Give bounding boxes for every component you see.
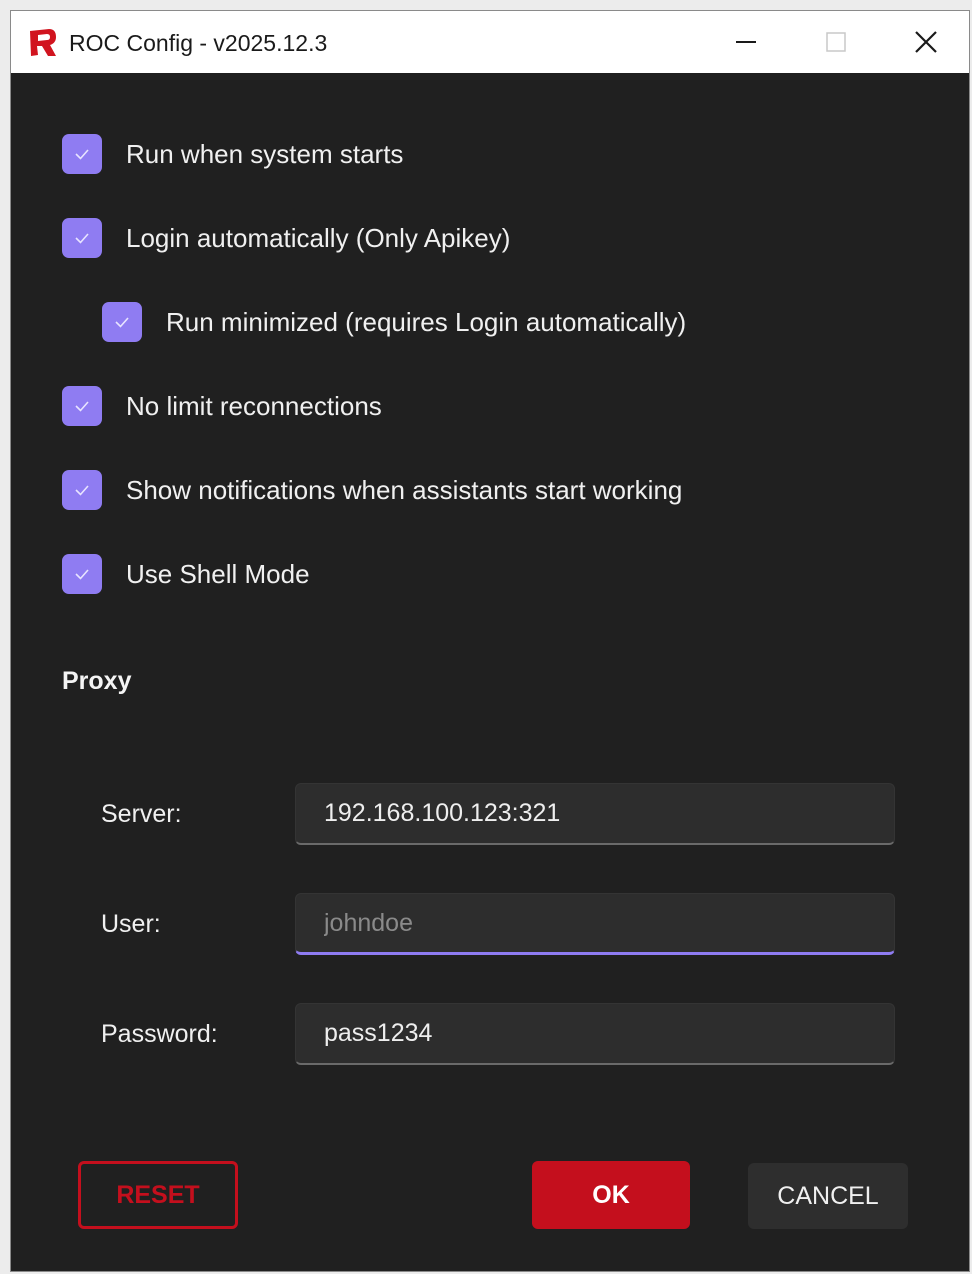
reset-button[interactable]: RESET bbox=[78, 1161, 238, 1229]
cancel-button[interactable]: CANCEL bbox=[748, 1163, 908, 1229]
option-use-shell-mode[interactable]: Use Shell Mode bbox=[62, 552, 310, 596]
use-shell-mode-checkbox[interactable] bbox=[62, 554, 102, 594]
run-on-startup-label: Run when system starts bbox=[126, 138, 404, 169]
checkmark-icon bbox=[75, 149, 89, 160]
option-show-notifications[interactable]: Show notifications when assistants start… bbox=[62, 468, 682, 512]
password-input[interactable] bbox=[295, 1003, 895, 1065]
close-button[interactable] bbox=[881, 11, 969, 73]
close-icon bbox=[915, 31, 937, 53]
option-login-automatically[interactable]: Login automatically (Only Apikey) bbox=[62, 216, 510, 260]
run-on-startup-checkbox[interactable] bbox=[62, 134, 102, 174]
checkmark-icon bbox=[75, 233, 89, 244]
checkmark-icon bbox=[75, 485, 89, 496]
login-automatically-checkbox[interactable] bbox=[62, 218, 102, 258]
ok-button[interactable]: OK bbox=[532, 1161, 690, 1229]
minimize-button[interactable] bbox=[701, 11, 791, 73]
user-input[interactable] bbox=[295, 893, 895, 955]
config-window: ROC Config - v2025.12.3 Run when system … bbox=[10, 10, 970, 1272]
checkmark-icon bbox=[75, 401, 89, 412]
show-notifications-checkbox[interactable] bbox=[62, 470, 102, 510]
minimize-icon bbox=[736, 41, 756, 43]
show-notifications-label: Show notifications when assistants start… bbox=[126, 474, 683, 505]
option-no-limit-reconnections[interactable]: No limit reconnections bbox=[62, 384, 382, 428]
option-run-on-startup[interactable]: Run when system starts bbox=[62, 132, 403, 176]
maximize-button[interactable] bbox=[791, 11, 881, 73]
roc-logo-icon bbox=[30, 29, 56, 56]
title-bar: ROC Config - v2025.12.3 bbox=[11, 11, 969, 73]
run-minimized-label: Run minimized (requires Login automatica… bbox=[166, 306, 687, 337]
server-input[interactable] bbox=[295, 783, 895, 845]
user-label: User: bbox=[101, 910, 161, 938]
checkmark-icon bbox=[75, 569, 89, 580]
use-shell-mode-label: Use Shell Mode bbox=[126, 558, 310, 589]
proxy-section-title: Proxy bbox=[62, 667, 132, 695]
run-minimized-checkbox[interactable] bbox=[102, 302, 142, 342]
window-title: ROC Config - v2025.12.3 bbox=[69, 30, 328, 56]
no-limit-reconnections-checkbox[interactable] bbox=[62, 386, 102, 426]
login-automatically-label: Login automatically (Only Apikey) bbox=[126, 222, 511, 253]
no-limit-reconnections-label: No limit reconnections bbox=[126, 390, 382, 421]
checkmark-icon bbox=[115, 317, 129, 328]
password-label: Password: bbox=[101, 1020, 218, 1048]
maximize-icon bbox=[826, 32, 846, 52]
option-run-minimized[interactable]: Run minimized (requires Login automatica… bbox=[102, 300, 686, 344]
server-label: Server: bbox=[101, 800, 182, 828]
